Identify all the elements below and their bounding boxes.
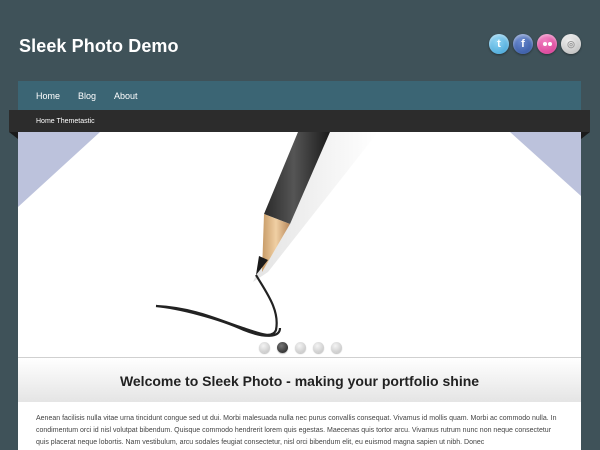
main-navigation: Home Blog About bbox=[18, 81, 581, 110]
nav-item-blog[interactable]: Blog bbox=[78, 91, 96, 101]
nav-item-home[interactable]: Home bbox=[36, 91, 60, 101]
site-title[interactable]: Sleek Photo Demo bbox=[19, 36, 179, 57]
facebook-glyph: f bbox=[521, 38, 525, 50]
welcome-heading: Welcome to Sleek Photo - making your por… bbox=[119, 372, 480, 389]
image-slider[interactable] bbox=[18, 132, 581, 357]
slider-dot[interactable] bbox=[258, 342, 270, 353]
rss-icon[interactable]: ◎ bbox=[561, 34, 581, 54]
social-links: t f ◎ bbox=[489, 34, 581, 54]
flickr-icon[interactable] bbox=[537, 34, 557, 54]
ribbon-fold-right bbox=[581, 132, 590, 139]
content-area: Aenean facilisis nulla vitae urna tincid… bbox=[18, 402, 581, 450]
slide-image-pencil bbox=[18, 132, 581, 337]
slider-dot[interactable] bbox=[294, 342, 306, 353]
slider-dot-active[interactable] bbox=[276, 342, 288, 353]
rss-glyph: ◎ bbox=[567, 38, 575, 49]
nav-item-about[interactable]: About bbox=[114, 91, 138, 101]
twitter-glyph: t bbox=[497, 38, 501, 50]
slider-pagination bbox=[0, 342, 600, 353]
slider-dot[interactable] bbox=[330, 342, 342, 353]
content-paragraph: Aenean facilisis nulla vitae urna tincid… bbox=[36, 415, 557, 446]
slider-dot[interactable] bbox=[312, 342, 324, 353]
ribbon-fold-left bbox=[9, 132, 18, 139]
twitter-icon[interactable]: t bbox=[489, 34, 509, 54]
facebook-icon[interactable]: f bbox=[513, 34, 533, 54]
breadcrumb-bar: Home Themetastic bbox=[9, 110, 590, 132]
welcome-banner: Welcome to Sleek Photo - making your por… bbox=[18, 357, 581, 403]
breadcrumb[interactable]: Home Themetastic bbox=[36, 118, 95, 125]
